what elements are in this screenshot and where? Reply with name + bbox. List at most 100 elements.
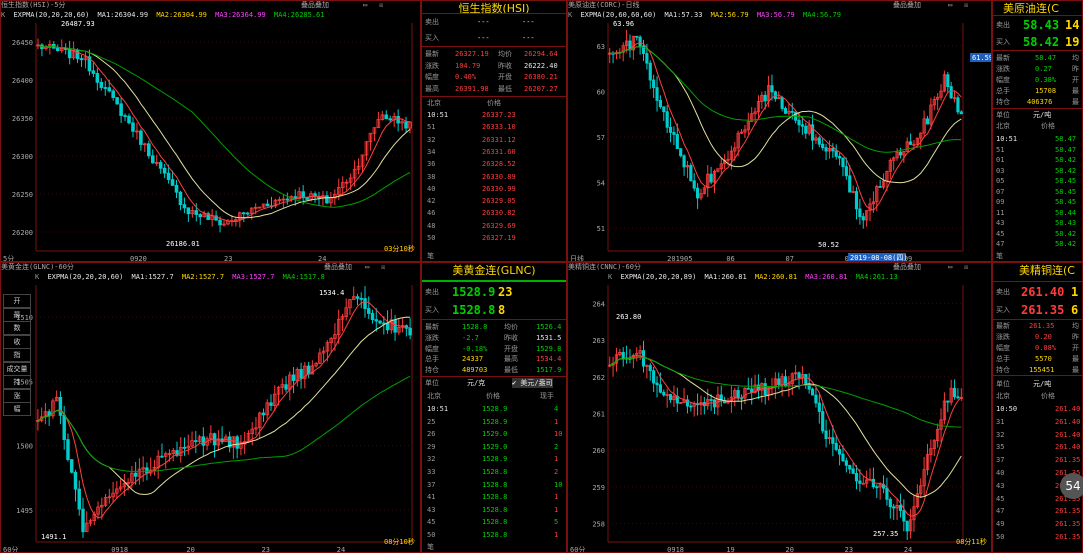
unit-label: 单位	[996, 111, 1010, 119]
tick-row: 32 261.40	[993, 430, 1082, 440]
candle-body	[655, 87, 659, 101]
gold-unit-row: 单位 元/克 ✔ 美元/盎司	[422, 378, 566, 388]
tick-row: 37 1528.8 10	[422, 480, 566, 490]
hsi-buy-row: 买入 --- ---	[422, 33, 566, 43]
candle-body	[854, 472, 859, 482]
tick-price: 261.40	[1055, 443, 1081, 452]
candle-body	[854, 191, 859, 210]
candle-body	[665, 111, 669, 128]
tick-row: 25 1528.9 1	[422, 417, 566, 427]
tick-time: 07	[996, 187, 1005, 196]
tick-volume: 10	[554, 480, 563, 489]
stat-value: 5570	[1035, 355, 1052, 363]
tick-price: 58.45	[1055, 177, 1077, 185]
tick-row: 37 261.35	[993, 455, 1082, 465]
candle-body	[317, 196, 321, 199]
tick-time: 40	[996, 469, 1005, 477]
candle-body	[133, 472, 138, 477]
x-tick-label: 23	[224, 255, 232, 262]
tick-volume: 2	[554, 468, 559, 476]
candle-body	[62, 414, 66, 440]
tick-time: 32	[996, 430, 1005, 439]
gold-kline-chart[interactable]: 151015051500149560分 0918 20 23 241534.41491.…	[1, 263, 421, 553]
copper-kline-chart[interactable]: 264 263 262 261 260 259 258 60分 0918 19 20 23 24 263.…	[568, 263, 992, 553]
y-tick-label: 26250	[12, 191, 33, 199]
ma-line	[609, 46, 962, 184]
ticks-header-time: 北京	[427, 99, 441, 107]
candle-body	[160, 455, 164, 458]
side-button[interactable]: 幅	[3, 402, 31, 416]
unit-option-usd[interactable]: ✔ 美元/盎司	[512, 378, 553, 388]
tick-row: 03 58.42	[993, 166, 1082, 176]
gold-quote-title: 美黄金连(GLNC)	[452, 264, 536, 277]
buy-volume: 19	[1065, 35, 1080, 49]
hsi-kline-chart[interactable]: 26450 26400 26350 26300 26250 26200 5分 0920 23 24…	[1, 1, 421, 262]
price-cursor-label: 61.59	[972, 54, 992, 62]
stat-label: 总手	[425, 355, 439, 364]
candle-body	[959, 111, 963, 115]
stat-value: 155451	[1029, 366, 1055, 374]
oil-kline-chart[interactable]: 6360575451日线2019050607080963.9650.522019…	[568, 1, 992, 262]
hsi-quote-footer: 笔	[427, 252, 434, 260]
candle-body	[810, 388, 815, 396]
candle-body	[404, 121, 408, 129]
stat-label: 总手	[996, 355, 1010, 363]
candle-body	[652, 79, 656, 89]
tick-time: 01	[996, 156, 1005, 164]
candle-body	[838, 155, 842, 159]
gold-sell-row: 卖出 1528.9 23	[422, 285, 566, 299]
tick-row: 32 26331.12	[422, 135, 566, 145]
copper-chart-panel[interactable]: 美精铜连(CNNC)-60分 叠品叠加 ▭ ☒ K EXPMA(20,20,20…	[567, 262, 992, 553]
x-tick-label: 24	[318, 255, 326, 262]
candle-body	[70, 459, 74, 473]
candle-body	[77, 488, 81, 510]
tick-price: 261.35	[1055, 533, 1081, 541]
tick-price: 261.40	[1055, 430, 1081, 439]
oil-chart-panel[interactable]: 美原油连(CORC)-日线 叠品叠加 ▭ ☒ K EXPMA(20,60,60,…	[567, 0, 992, 262]
stat-value: 1528.8	[462, 323, 488, 331]
tick-row: 47 58.42	[993, 239, 1082, 249]
candle-body	[194, 440, 198, 442]
side-button[interactable]: 最	[3, 307, 31, 322]
side-button[interactable]: 成交量	[3, 361, 31, 376]
stat-label: 最	[1072, 355, 1079, 363]
stat-value: 1517.9	[536, 366, 562, 375]
candle-body	[91, 70, 96, 74]
unit-option-yuan[interactable]: 元/克	[467, 378, 485, 388]
sell-price: ---	[477, 18, 490, 26]
tick-row: 49 261.35	[993, 519, 1082, 529]
stat-label: 开盘	[504, 344, 518, 353]
tick-row: 10:51 1528.9 4	[422, 404, 566, 414]
copper-sell-row: 卖出 261.40 1	[993, 285, 1082, 299]
side-button[interactable]: 涨	[3, 388, 31, 403]
gold-chart-panel[interactable]: 美黄金连(GLNC)-60分 叠品叠加 ▭ ☒ K EXPMA(20,20,20…	[0, 262, 421, 553]
candle-body	[99, 81, 104, 88]
stat-row: 持仓 489703 最低 1517.9	[422, 365, 566, 375]
candle-body	[367, 308, 371, 314]
side-button[interactable]: 开	[3, 294, 31, 308]
candle-body	[898, 151, 903, 156]
date-cursor-label: 2019-08-08(四)	[850, 254, 908, 262]
side-button[interactable]: 数	[3, 321, 31, 335]
candle-body	[905, 520, 909, 532]
y-tick-label: 60	[597, 88, 605, 96]
side-button[interactable]: 持	[3, 375, 31, 389]
tick-row: 50 1528.8 1	[422, 530, 566, 540]
tick-row: 43 58.43	[993, 218, 1082, 228]
y-tick-label: 262	[592, 374, 605, 382]
floating-badge[interactable]: 54	[1060, 473, 1083, 499]
candle-body	[902, 510, 906, 522]
hsi-quote-title: 恒生指数(HSI)	[458, 2, 530, 15]
stat-value: 1529.8	[536, 344, 562, 353]
hsi-chart-panel[interactable]: 恒生指数(HSI)-5分 叠品叠加 ▭ ☒ K EXPMA(20,20,20,6…	[0, 0, 421, 262]
tick-time: 37	[996, 456, 1005, 465]
x-tick-label: 07	[786, 255, 794, 262]
candle-body	[952, 387, 957, 398]
tick-time: 50	[427, 531, 436, 539]
candle-body	[363, 298, 367, 309]
candle-body	[73, 471, 78, 490]
side-button[interactable]: 收	[3, 334, 31, 349]
side-button[interactable]: 指	[3, 348, 31, 362]
tick-price: 26337.23	[482, 111, 516, 119]
stat-label: 最低	[498, 84, 512, 93]
